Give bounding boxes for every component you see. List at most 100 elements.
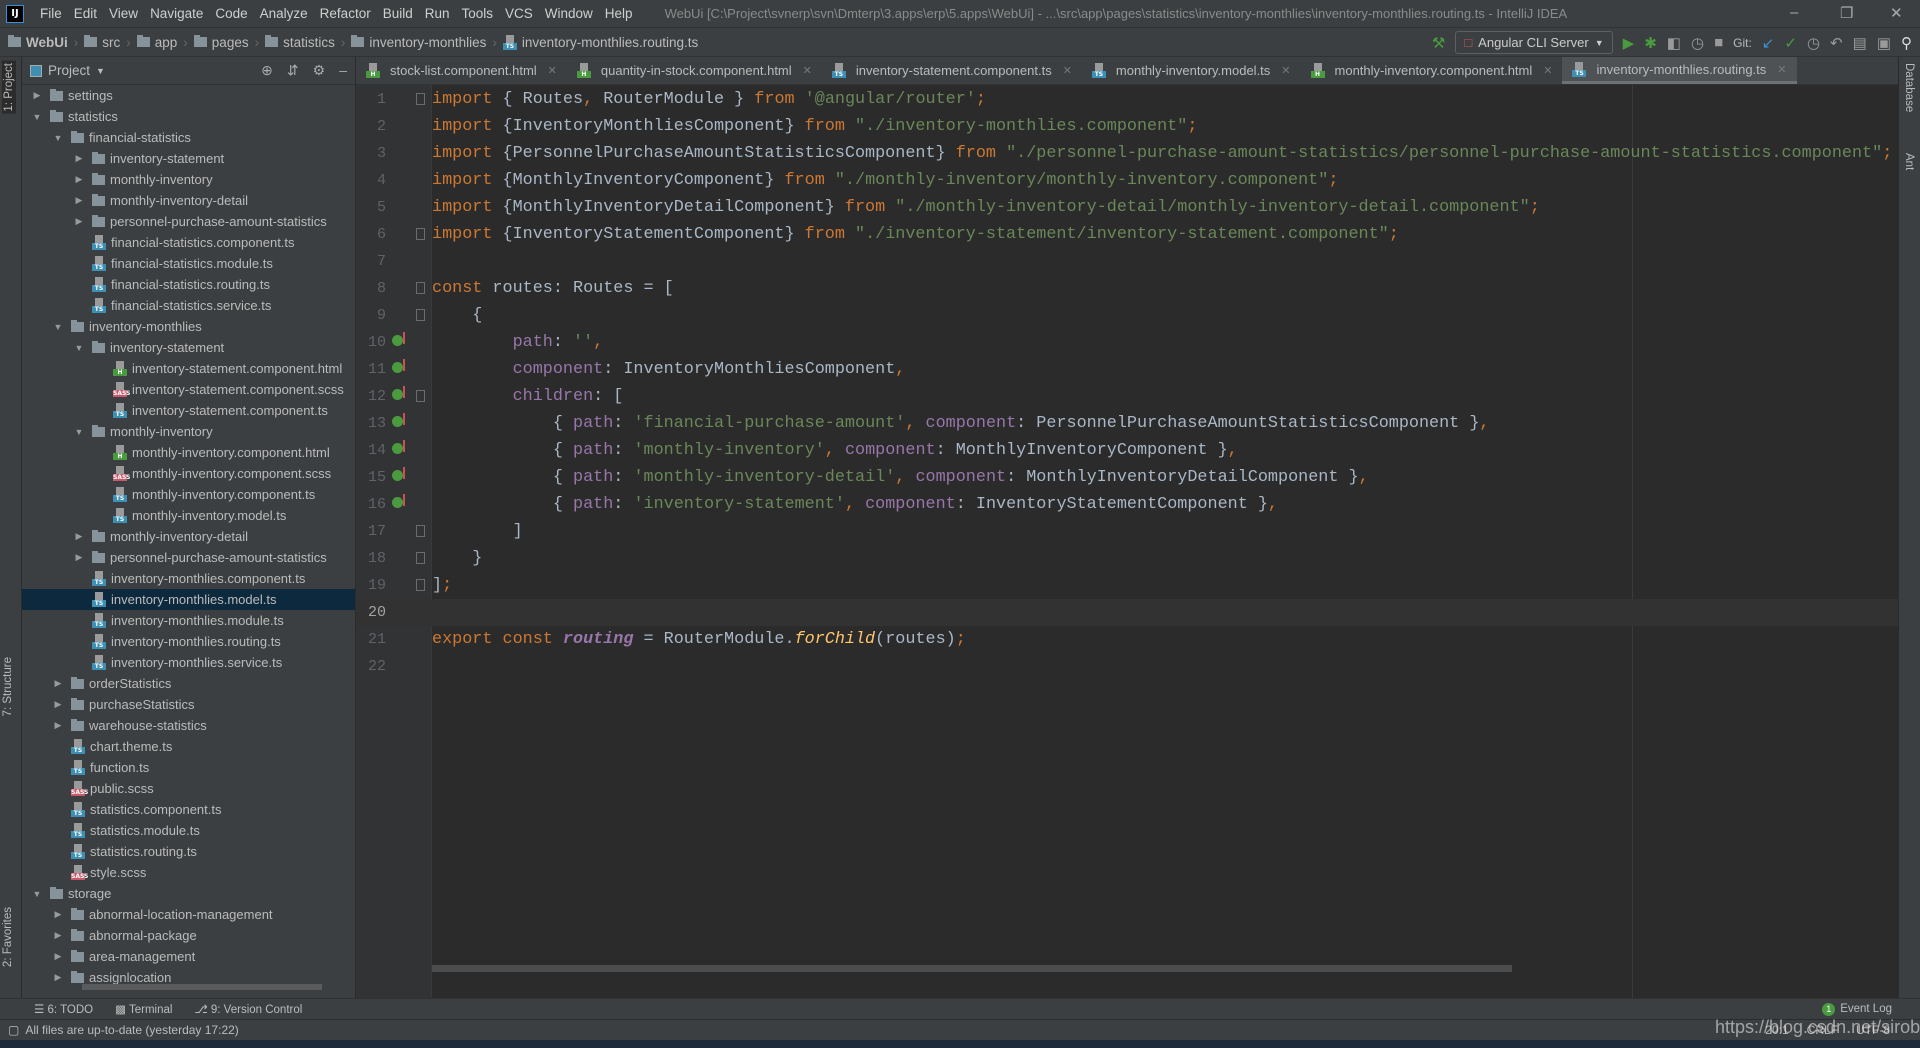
tree-folder[interactable]: ▶ abnormal-location-management (22, 904, 355, 925)
tree-folder[interactable]: ▶ purchaseStatistics (22, 694, 355, 715)
override-method-icon[interactable] (392, 494, 405, 508)
tree-horizontal-scrollbar[interactable] (82, 984, 322, 990)
tree-file[interactable]: TS inventory-statement.component.ts (22, 400, 355, 421)
fold-marker-icon[interactable] (416, 552, 425, 564)
tree-folder[interactable]: ▶ inventory-statement (22, 148, 355, 169)
restore-icon[interactable]: ❐ (1840, 4, 1853, 22)
override-method-icon[interactable] (392, 440, 405, 454)
tree-file[interactable]: SASS public.scss (22, 778, 355, 799)
close-tab-icon[interactable]: ✕ (1281, 64, 1290, 77)
tab-monthly-inventory-component-html[interactable]: Hmonthly-inventory.component.html ✕ (1301, 57, 1563, 84)
fold-marker-icon[interactable] (416, 525, 425, 537)
fold-marker-icon[interactable] (416, 309, 425, 321)
tree-folder[interactable]: ▶ personnel-purchase-amount-statistics (22, 211, 355, 232)
menu-file[interactable]: File (34, 6, 68, 21)
menu-view[interactable]: View (103, 6, 144, 21)
menu-help[interactable]: Help (599, 6, 639, 21)
tree-folder[interactable]: ▼ statistics (22, 106, 355, 127)
breadcrumb-item[interactable]: › pages (177, 35, 248, 50)
fold-marker-icon[interactable] (416, 579, 425, 591)
event-log-button[interactable]: 1 Event Log (1822, 1002, 1892, 1016)
git-revert-icon[interactable]: ↶ (1830, 34, 1843, 52)
menu-window[interactable]: Window (539, 6, 599, 21)
tree-file[interactable]: TS inventory-monthlies.routing.ts (22, 631, 355, 652)
profile-icon[interactable]: ◷ (1691, 34, 1704, 52)
fold-marker-icon[interactable] (416, 228, 425, 240)
close-tab-icon[interactable]: ✕ (803, 64, 812, 77)
tree-file[interactable]: SASS style.scss (22, 862, 355, 883)
code-line[interactable]: 17 ] (356, 518, 1898, 545)
override-method-icon[interactable] (392, 413, 405, 427)
code-line[interactable]: 11 component: InventoryMonthliesComponen… (356, 356, 1898, 383)
gear-icon[interactable]: ⚙ (313, 62, 326, 79)
override-method-icon[interactable] (392, 467, 405, 481)
debug-bug-icon[interactable]: ✱ (1644, 34, 1657, 52)
tool-tab-project[interactable]: 1: Project (2, 61, 16, 114)
close-tab-icon[interactable]: ✕ (1543, 64, 1552, 77)
code-line[interactable]: 15 { path: 'monthly-inventory-detail', c… (356, 464, 1898, 491)
tree-file[interactable]: TS financial-statistics.service.ts (22, 295, 355, 316)
code-line[interactable]: 21 export const routing = RouterModule.fo… (356, 626, 1898, 653)
tree-folder[interactable]: ▶ settings (22, 85, 355, 106)
tree-file[interactable]: TS statistics.module.ts (22, 820, 355, 841)
git-commit-check-icon[interactable]: ✓ (1784, 34, 1797, 52)
presentation-icon[interactable]: ▣ (1877, 34, 1891, 52)
collapsed-arrow-icon[interactable]: ▶ (52, 678, 64, 689)
tree-file[interactable]: TS financial-statistics.routing.ts (22, 274, 355, 295)
tool-tab-favorites[interactable]: 2: Favorites (2, 907, 14, 967)
collapsed-arrow-icon[interactable]: ▶ (52, 951, 64, 962)
code-line[interactable]: 20 (356, 599, 1898, 626)
code-line[interactable]: 6 import {InventoryStatementComponent} fr… (356, 221, 1898, 248)
close-tab-icon[interactable]: ✕ (1777, 63, 1786, 76)
tool-tab-structure[interactable]: 7: Structure (2, 657, 14, 716)
tool-tab-ant[interactable]: Ant (1903, 153, 1915, 170)
tree-folder[interactable]: ▼ inventory-monthlies (22, 316, 355, 337)
expanded-arrow-icon[interactable]: ▼ (73, 427, 85, 437)
breadcrumb-item[interactable]: › src (68, 35, 121, 50)
collapse-all-icon[interactable]: ⇵ (287, 62, 299, 79)
code-line[interactable]: 2 import {InventoryMonthliesComponent} fr… (356, 113, 1898, 140)
breadcrumb-item[interactable]: › inventory-monthlies (335, 35, 487, 50)
code-line[interactable]: 1 import { Routes, RouterModule } from '@… (356, 86, 1898, 113)
collapsed-arrow-icon[interactable]: ▶ (73, 174, 85, 185)
menu-analyze[interactable]: Analyze (254, 6, 314, 21)
breadcrumb-item[interactable]: WebUi (8, 35, 68, 50)
tab-stock-list-component-html[interactable]: Hstock-list.component.html ✕ (356, 57, 567, 84)
status-toggle-icon[interactable]: ▢ (8, 1023, 19, 1037)
git-history-icon[interactable]: ◷ (1807, 34, 1820, 52)
collapsed-arrow-icon[interactable]: ▶ (52, 972, 64, 983)
code-line[interactable]: 9 { (356, 302, 1898, 329)
close-tab-icon[interactable]: ✕ (1063, 64, 1072, 77)
collapsed-arrow-icon[interactable]: ▶ (31, 90, 43, 101)
collapsed-arrow-icon[interactable]: ▶ (73, 552, 85, 563)
expanded-arrow-icon[interactable]: ▼ (52, 322, 64, 332)
tree-file[interactable]: TS inventory-monthlies.component.ts (22, 568, 355, 589)
tool-tab-todo[interactable]: ☰ 6: TODO (34, 1002, 93, 1016)
tool-tab-database[interactable]: Database (1903, 63, 1915, 112)
tree-file[interactable]: TS inventory-monthlies.module.ts (22, 610, 355, 631)
code-line[interactable]: 16 { path: 'inventory-statement', compon… (356, 491, 1898, 518)
tree-file[interactable]: TS function.ts (22, 757, 355, 778)
search-icon[interactable]: ⚲ (1901, 34, 1912, 52)
code-line[interactable]: 4 import {MonthlyInventoryComponent} from… (356, 167, 1898, 194)
git-update-icon[interactable]: ↙ (1762, 34, 1775, 52)
menu-refactor[interactable]: Refactor (314, 6, 377, 21)
code-line[interactable]: 7 (356, 248, 1898, 275)
code-editor[interactable]: 1 import { Routes, RouterModule } from '@… (356, 85, 1898, 998)
tree-folder[interactable]: ▼ inventory-statement (22, 337, 355, 358)
menu-tools[interactable]: Tools (456, 6, 500, 21)
collapsed-arrow-icon[interactable]: ▶ (73, 531, 85, 542)
tree-file[interactable]: Hinventory-statement.component.html (22, 358, 355, 379)
editor-horizontal-scrollbar[interactable] (432, 965, 1512, 972)
project-view-select[interactable]: Project (48, 63, 90, 78)
fold-marker-icon[interactable] (416, 390, 425, 402)
tree-folder[interactable]: ▶ monthly-inventory-detail (22, 526, 355, 547)
breadcrumb-item[interactable]: › TS inventory-monthlies.routing.ts (486, 34, 698, 50)
tab-inventory-monthlies-routing-ts[interactable]: TS inventory-monthlies.routing.ts ✕ (1562, 57, 1797, 84)
tree-file[interactable]: Hmonthly-inventory.component.html (22, 442, 355, 463)
collapsed-arrow-icon[interactable]: ▶ (73, 216, 85, 227)
collapsed-arrow-icon[interactable]: ▶ (52, 909, 64, 920)
override-method-icon[interactable] (392, 359, 405, 373)
tree-folder[interactable]: ▼ monthly-inventory (22, 421, 355, 442)
breadcrumb-item[interactable]: › statistics (249, 35, 335, 50)
